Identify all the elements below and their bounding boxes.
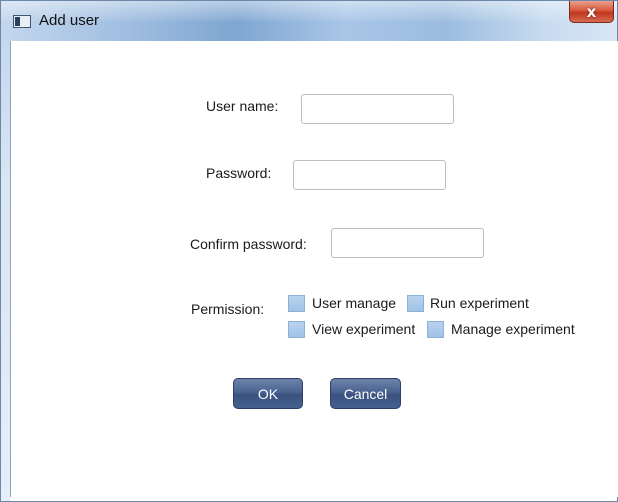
password-label: Password: [206, 165, 272, 181]
cancel-button[interactable]: Cancel [330, 378, 401, 409]
confirm-password-input[interactable] [331, 228, 484, 258]
view-experiment-label[interactable]: View experiment [312, 321, 415, 337]
window-frame-left [1, 41, 10, 501]
confirm-password-label: Confirm password: [190, 236, 307, 252]
manage-experiment-label[interactable]: Manage experiment [451, 321, 575, 337]
password-input[interactable] [293, 160, 446, 190]
add-user-dialog: Add user x User name: Password: Confirm … [0, 0, 618, 502]
username-label: User name: [206, 98, 279, 114]
close-button[interactable]: x [569, 1, 614, 23]
user-manage-checkbox[interactable] [288, 295, 305, 312]
run-experiment-checkbox[interactable] [407, 295, 424, 312]
window-title: Add user [39, 12, 100, 29]
username-input[interactable] [301, 94, 454, 124]
window-icon [13, 15, 31, 28]
run-experiment-label[interactable]: Run experiment [430, 295, 529, 311]
ok-button[interactable]: OK [233, 378, 303, 409]
user-manage-label[interactable]: User manage [312, 295, 396, 311]
permission-label: Permission: [191, 301, 265, 317]
dialog-content: User name: Password: Confirm password: P… [10, 41, 618, 497]
manage-experiment-checkbox[interactable] [427, 321, 444, 338]
title-bar[interactable]: Add user x [1, 1, 617, 41]
view-experiment-checkbox[interactable] [288, 321, 305, 338]
